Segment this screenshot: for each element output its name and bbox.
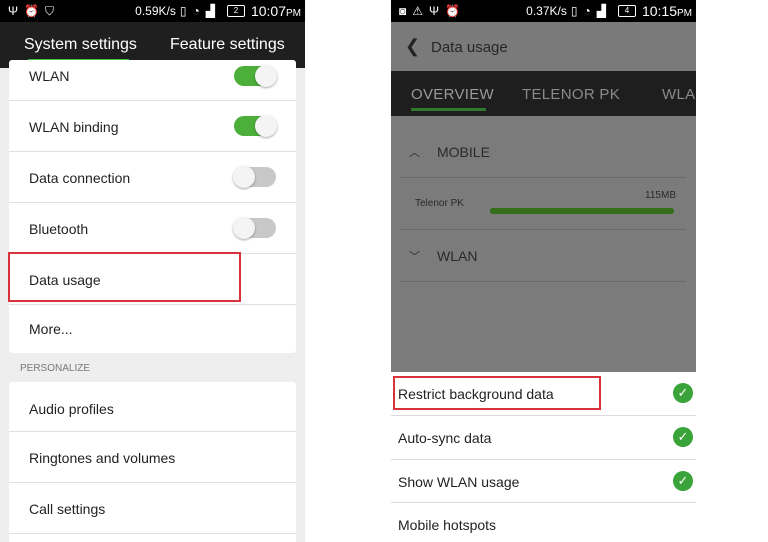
- network-speed: 0.37K/s: [526, 4, 567, 18]
- warning-icon: ⚠: [412, 4, 424, 18]
- settings-content: WLAN WLAN binding Data connection Blueto…: [0, 60, 305, 542]
- tab-wlan[interactable]: WLA: [662, 86, 695, 103]
- item-label: Audio profiles: [29, 401, 114, 417]
- menu-item-show-wlan-usage[interactable]: Show WLAN usage ✓: [391, 460, 696, 503]
- item-label: More...: [29, 321, 73, 337]
- usb-icon: Ψ: [8, 4, 19, 18]
- check-icon[interactable]: ✓: [673, 383, 693, 403]
- menu-item-label: Mobile hotspots: [398, 517, 497, 533]
- menu-item-label: Show WLAN usage: [398, 474, 520, 490]
- clock: 10:07PM: [250, 3, 301, 19]
- signal-icon: ▟: [205, 4, 215, 18]
- tab-overview[interactable]: OVERVIEW: [411, 86, 494, 103]
- tab-system-settings[interactable]: System settings: [24, 36, 137, 54]
- item-label: Bluetooth: [29, 221, 89, 237]
- wifi-icon: ◔: [192, 4, 200, 18]
- list-item-wlan-binding[interactable]: WLAN binding: [9, 101, 296, 151]
- tab-feature-settings[interactable]: Feature settings: [170, 36, 285, 54]
- group-wlan-label[interactable]: WLAN: [437, 248, 477, 264]
- back-arrow-icon[interactable]: ❮: [405, 36, 420, 57]
- item-label: Call settings: [29, 501, 106, 517]
- item-label: WLAN binding: [29, 119, 119, 135]
- item-label: WLAN: [29, 68, 70, 84]
- check-icon[interactable]: ✓: [673, 471, 693, 491]
- dimmed-overview-content: ︿ MOBILE Telenor PK 115MB ﹀ WLAN: [391, 116, 696, 372]
- status-bar: Ψ ⏰ ⛉ 0.59K/s ▯ ◔ ▟ 2 10:07PM: [0, 0, 305, 22]
- status-bar: ◙ ⚠ Ψ ⏰ 0.37K/s ▯ ◔ ▟ 4 10:15PM: [391, 0, 696, 22]
- item-label: Ringtones and volumes: [29, 450, 176, 466]
- data-usage-highlight-box: [8, 252, 241, 302]
- list-item-more[interactable]: More...: [9, 305, 296, 353]
- connections-card: WLAN WLAN binding Data connection Blueto…: [9, 60, 296, 353]
- restrict-background-highlight-box: [393, 376, 601, 410]
- right-phone-screen: ◙ ⚠ Ψ ⏰ 0.37K/s ▯ ◔ ▟ 4 10:15PM ❮ Data u…: [391, 0, 696, 542]
- shield-icon: ⛉: [44, 3, 54, 18]
- tab-telenor-pk[interactable]: TELENOR PK: [522, 86, 620, 103]
- left-phone-screen: Ψ ⏰ ⛉ 0.59K/s ▯ ◔ ▟ 2 10:07PM System set…: [0, 0, 305, 542]
- list-item-data-connection[interactable]: Data connection: [9, 152, 296, 202]
- active-tab-indicator: [411, 108, 486, 111]
- wlan-binding-toggle[interactable]: [234, 115, 277, 137]
- item-label: Data connection: [29, 170, 131, 186]
- media-icon: ◙: [399, 4, 407, 18]
- group-mobile-label[interactable]: MOBILE: [437, 144, 490, 160]
- signal-icon: ▟: [596, 4, 606, 18]
- list-item-ringtones[interactable]: Ringtones and volumes: [9, 432, 296, 482]
- list-item-audio-profiles[interactable]: Audio profiles: [9, 382, 296, 431]
- alarm-icon: ⏰: [445, 4, 460, 18]
- menu-item-mobile-hotspots[interactable]: Mobile hotspots: [391, 503, 696, 542]
- carrier-name: Telenor PK: [415, 198, 464, 209]
- menu-item-auto-sync-data[interactable]: Auto-sync data ✓: [391, 416, 696, 459]
- personalize-card: Audio profiles Ringtones and volumes Cal…: [9, 382, 296, 542]
- list-item-call-settings[interactable]: Call settings: [9, 483, 296, 533]
- battery-icon: 4: [617, 5, 636, 17]
- data-connection-toggle[interactable]: [233, 166, 276, 188]
- page-title: Data usage: [431, 39, 508, 56]
- chevron-up-icon[interactable]: ︿: [409, 144, 420, 160]
- section-header-personalize: PERSONALIZE: [20, 363, 91, 374]
- alarm-icon: ⏰: [24, 4, 39, 18]
- usage-progress-fill: [490, 208, 674, 214]
- menu-item-label: Auto-sync data: [398, 430, 492, 446]
- usage-amount: 115MB: [645, 190, 676, 201]
- battery-icon: 2: [226, 5, 245, 17]
- app-bar: ❮ Data usage: [391, 22, 696, 71]
- clock: 10:15PM: [641, 3, 692, 19]
- wlan-toggle[interactable]: [234, 65, 277, 87]
- network-speed: 0.59K/s: [135, 4, 176, 18]
- list-item-wlan[interactable]: WLAN: [9, 60, 296, 100]
- check-icon[interactable]: ✓: [673, 427, 693, 447]
- usage-progress-bar: [490, 208, 674, 214]
- bluetooth-toggle[interactable]: [233, 217, 276, 239]
- data-usage-tabs: OVERVIEW TELENOR PK WLA: [391, 71, 696, 116]
- vibrate-icon: ▯: [179, 4, 187, 18]
- list-item-bluetooth[interactable]: Bluetooth: [9, 203, 296, 253]
- chevron-down-icon[interactable]: ﹀: [409, 248, 420, 264]
- wifi-icon: ◔: [583, 4, 591, 18]
- vibrate-icon: ▯: [570, 4, 578, 18]
- usb-icon: Ψ: [429, 4, 440, 18]
